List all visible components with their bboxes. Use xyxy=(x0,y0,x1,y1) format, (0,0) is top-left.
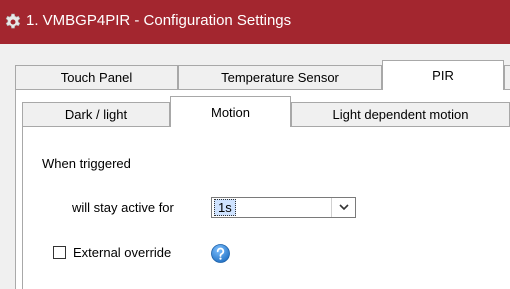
tab-label: PIR xyxy=(432,68,454,83)
tab-touch-panel[interactable]: Touch Panel xyxy=(15,65,178,89)
tab-light-dependent-motion[interactable]: Light dependent motion xyxy=(291,102,510,126)
active-duration-select[interactable]: 1s xyxy=(211,197,356,218)
tab-overflow xyxy=(504,65,510,89)
tab-label: Temperature Sensor xyxy=(221,70,339,85)
sub-tab-content-border xyxy=(22,126,23,289)
tab-label: Touch Panel xyxy=(60,70,133,85)
tab-dark-light[interactable]: Dark / light xyxy=(22,102,170,126)
stay-active-label: will stay active for xyxy=(72,200,174,215)
tab-motion[interactable]: Motion xyxy=(170,96,291,127)
external-override-checkbox[interactable] xyxy=(53,246,66,259)
help-icon[interactable] xyxy=(211,244,230,263)
external-override-label: External override xyxy=(73,245,172,260)
active-duration-value: 1s xyxy=(214,199,236,216)
sub-tab-baseline xyxy=(22,126,170,127)
tab-label: Motion xyxy=(210,104,251,120)
tab-label: Light dependent motion xyxy=(332,107,469,122)
title-bar: 1. VMBGP4PIR - Configuration Settings xyxy=(0,0,510,44)
gear-icon xyxy=(5,13,21,29)
tab-temperature-sensor[interactable]: Temperature Sensor xyxy=(178,65,382,89)
when-triggered-heading: When triggered xyxy=(42,156,131,171)
window-title: 1. VMBGP4PIR - Configuration Settings xyxy=(26,12,292,29)
sub-tab-baseline xyxy=(291,126,510,127)
tab-pir[interactable]: PIR xyxy=(382,60,504,90)
chevron-down-icon[interactable] xyxy=(331,198,355,217)
tab-label: Dark / light xyxy=(64,107,128,122)
